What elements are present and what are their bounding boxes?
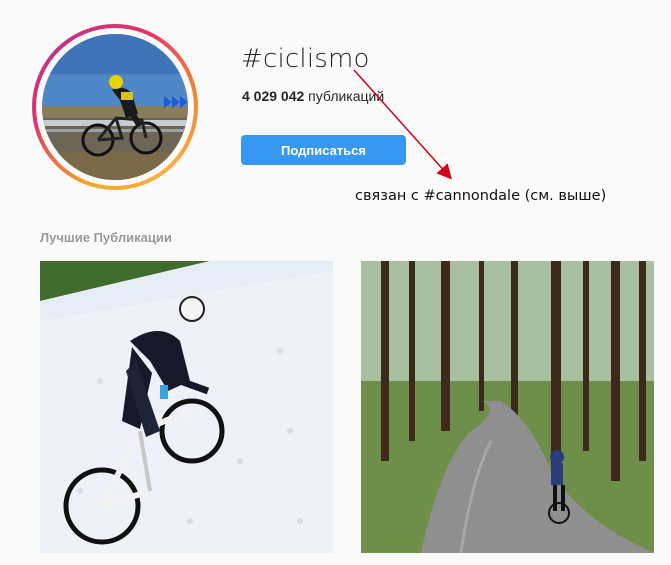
- post-count: 4 029 042 публикаций: [242, 88, 384, 104]
- follow-button[interactable]: Подписаться: [241, 135, 406, 165]
- annotation-text: связан с #cannondale (см. выше): [355, 188, 607, 204]
- hashtag-title: #ciclismo: [241, 44, 370, 74]
- top-post-thumbnail[interactable]: [40, 261, 333, 553]
- cyclist-forest-image: [361, 261, 654, 553]
- avatar-image: [42, 34, 188, 180]
- post-count-label: публикаций: [304, 88, 385, 104]
- post-count-value: 4 029 042: [242, 88, 305, 104]
- hashtag-page: #ciclismo 4 029 042 публикаций Подписать…: [0, 0, 671, 565]
- hashtag-avatar[interactable]: [32, 24, 198, 190]
- cyclist-snow-image: [40, 261, 333, 553]
- top-posts-heading: Лучшие Публикации: [40, 230, 172, 245]
- cyclist-road-image: [42, 34, 188, 180]
- top-post-thumbnail[interactable]: [361, 261, 654, 553]
